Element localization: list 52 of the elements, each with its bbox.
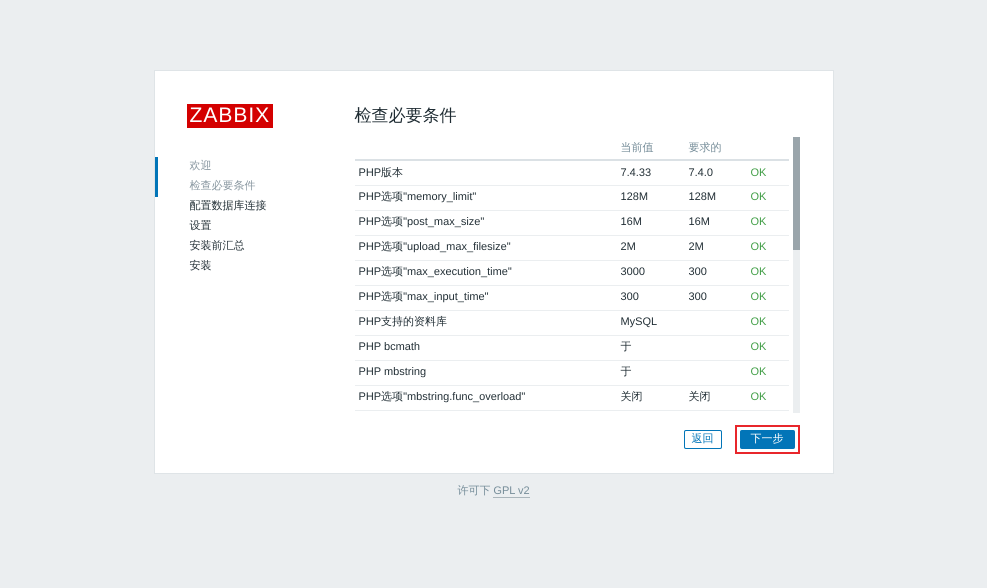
scrollbar[interactable] — [792, 137, 800, 413]
step-item: 欢迎 — [154, 157, 324, 177]
next-button[interactable]: 下一步 — [740, 430, 794, 449]
zabbix-logo: ZABBIX — [186, 104, 274, 128]
table-cell: PHP选项"post_max_size" — [354, 210, 616, 235]
table-cell: 128M — [684, 185, 746, 210]
table-cell: 16M — [684, 210, 746, 235]
table-cell: PHP选项"max_input_time" — [354, 285, 616, 310]
table-cell: PHP bcmath — [354, 335, 616, 360]
status-cell: OK — [746, 385, 788, 410]
table-cell: 128M — [616, 185, 684, 210]
table-cell: PHP选项"max_execution_time" — [354, 260, 616, 285]
license-link[interactable]: GPL v2 — [493, 485, 530, 498]
table-cell: 于 — [616, 360, 684, 385]
status-cell: OK — [746, 235, 788, 260]
page-title: 检查必要条件 — [354, 105, 458, 127]
table-cell: 关闭 — [616, 385, 684, 410]
table-cell: 关闭 — [684, 385, 746, 410]
status-cell: OK — [746, 285, 788, 310]
step-item: 设置 — [188, 219, 212, 234]
column-header: 当前值 — [616, 137, 684, 160]
back-button[interactable]: 返回 — [684, 430, 722, 449]
table-cell: 2M — [684, 235, 746, 260]
status-cell: OK — [746, 260, 788, 285]
status-cell: OK — [746, 210, 788, 235]
step-item: 安装前汇总 — [188, 238, 246, 254]
table-cell: 7.4.0 — [684, 160, 746, 185]
table-cell: 300 — [684, 260, 746, 285]
table-cell: PHP mbstring — [354, 360, 616, 385]
status-cell: OK — [746, 310, 788, 335]
status-cell: OK — [746, 335, 788, 360]
step-item: 检查必要条件 — [154, 177, 324, 197]
status-cell: OK — [746, 160, 788, 185]
table-cell: 300 — [684, 285, 746, 310]
table-cell: PHP选项"mbstring.func_overload" — [354, 385, 616, 410]
column-header: 要求的 — [684, 137, 746, 160]
table-cell: PHP版本 — [354, 160, 616, 185]
table-cell: PHP选项"memory_limit" — [354, 185, 616, 210]
table-cell: 2M — [616, 235, 684, 260]
status-cell: OK — [746, 185, 788, 210]
table-cell: PHP选项"upload_max_filesize" — [354, 235, 616, 260]
table-cell: 于 — [616, 335, 684, 360]
table-cell: 7.4.33 — [616, 160, 684, 185]
license-text: 许可下 — [457, 485, 490, 497]
status-cell: OK — [746, 360, 788, 385]
step-item: 安装 — [188, 258, 212, 274]
table-cell: PHP支持的资料库 — [354, 310, 616, 335]
table-cell: 16M — [616, 210, 684, 235]
table-cell: 300 — [616, 285, 684, 310]
table-cell: 3000 — [616, 260, 684, 285]
table-cell: MySQL — [616, 310, 684, 335]
step-item: 配置数据库连接 — [188, 198, 268, 214]
